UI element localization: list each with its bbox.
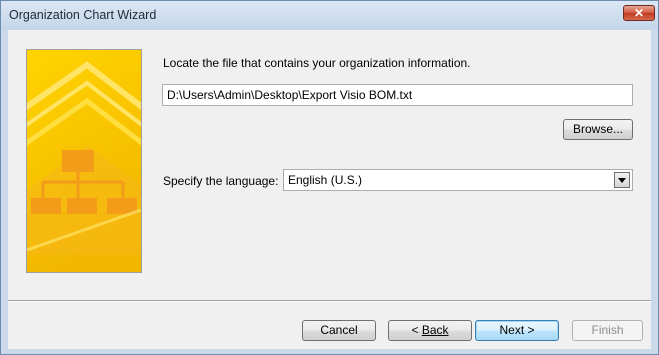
title-bar[interactable]: Organization Chart Wizard ✕	[1, 1, 658, 30]
org-chart-banner-image	[26, 49, 142, 273]
cancel-button[interactable]: Cancel	[302, 320, 376, 341]
dropdown-arrow-icon[interactable]	[614, 172, 630, 188]
language-dropdown[interactable]: English (U.S.)	[283, 169, 633, 191]
next-button[interactable]: Next >	[475, 320, 559, 341]
wizard-client-area: Locate the file that contains your organ…	[8, 30, 651, 349]
file-path-input[interactable]	[162, 84, 633, 106]
footer-separator	[8, 300, 651, 302]
language-label: Specify the language:	[163, 174, 279, 188]
window-title: Organization Chart Wizard	[9, 8, 157, 22]
wizard-window: Organization Chart Wizard ✕ Locate the f…	[0, 0, 659, 355]
browse-button[interactable]: Browse...	[563, 119, 633, 140]
file-prompt-label: Locate the file that contains your organ…	[163, 56, 471, 70]
close-button[interactable]: ✕	[623, 5, 655, 21]
language-selected-value: English (U.S.)	[288, 173, 363, 187]
close-icon: ✕	[633, 6, 645, 20]
finish-button[interactable]: Finish	[572, 320, 643, 341]
back-button[interactable]: < Back	[388, 320, 472, 341]
